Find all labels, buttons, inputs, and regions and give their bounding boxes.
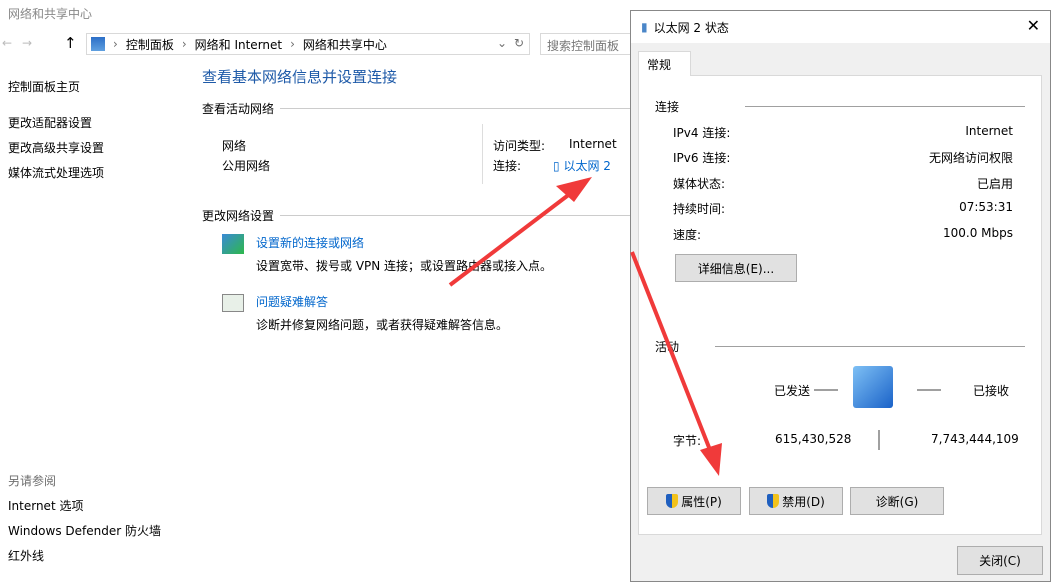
annotation-arrows — [448, 177, 722, 476]
arrow-to-properties — [630, 251, 714, 456]
arrow-head — [700, 443, 722, 476]
arrow-to-ethernet-link — [448, 188, 577, 287]
tab-general[interactable]: 常规 — [638, 51, 691, 76]
